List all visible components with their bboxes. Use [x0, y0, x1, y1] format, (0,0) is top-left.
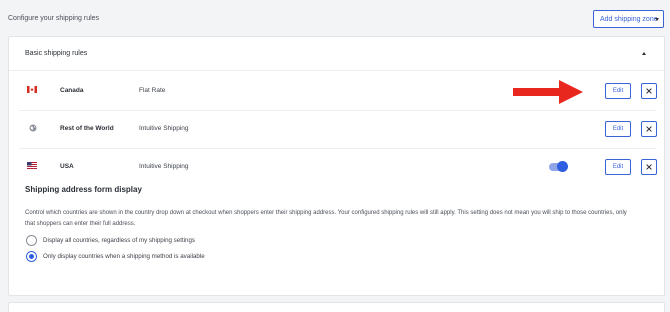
address-form-description: Control which countries are shown in the…: [25, 210, 627, 227]
canada-flag-icon: [27, 86, 37, 93]
delete-button[interactable]: [641, 121, 657, 137]
radio-label: Display all countries, regardless of my …: [43, 237, 196, 244]
country-name: Rest of the World: [60, 125, 114, 132]
shipping-method: Intuitive Shipping: [139, 163, 189, 170]
shipping-method: Flat Rate: [139, 87, 166, 94]
panel-title: Basic shipping rules: [25, 50, 88, 57]
arrow-icon: [513, 80, 583, 104]
globe-icon: [29, 124, 37, 132]
shipping-rule-row: Rest of the World Intuitive Shipping Edi…: [19, 111, 657, 149]
radio-option-all-countries[interactable]: Display all countries, regardless of my …: [26, 235, 195, 246]
address-form-title: Shipping address form display: [25, 185, 142, 194]
radio-button[interactable]: [26, 251, 37, 262]
shipping-rule-row: USA Intuitive Shipping Edit: [19, 149, 657, 187]
enable-toggle[interactable]: [549, 161, 568, 172]
close-icon: [646, 88, 652, 94]
country-name: Canada: [60, 87, 84, 94]
page-title: Configure your shipping rules: [8, 15, 100, 22]
edit-button[interactable]: Edit: [605, 121, 631, 137]
next-panel: [8, 302, 665, 312]
chevron-down-icon: [655, 18, 659, 21]
edit-button[interactable]: Edit: [605, 83, 631, 99]
radio-label: Only display countries when a shipping m…: [43, 253, 205, 260]
country-name: USA: [60, 163, 74, 170]
add-shipping-zone-label: Add shipping zone: [600, 15, 658, 23]
basic-shipping-rules-panel: Basic shipping rules Canada Flat Rate Ed…: [8, 36, 665, 296]
shipping-method: Intuitive Shipping: [139, 125, 189, 132]
radio-option-available-countries[interactable]: Only display countries when a shipping m…: [26, 251, 205, 262]
delete-button[interactable]: [641, 83, 657, 99]
panel-header[interactable]: Basic shipping rules: [9, 37, 664, 71]
delete-button[interactable]: [641, 159, 657, 175]
close-icon: [646, 126, 652, 132]
usa-flag-icon: [27, 162, 37, 169]
edit-button[interactable]: Edit: [605, 159, 631, 175]
radio-button[interactable]: [26, 235, 37, 246]
toggle-knob: [557, 161, 568, 172]
chevron-up-icon[interactable]: [642, 52, 646, 55]
close-icon: [646, 164, 652, 170]
add-shipping-zone-button[interactable]: Add shipping zone: [593, 10, 664, 28]
